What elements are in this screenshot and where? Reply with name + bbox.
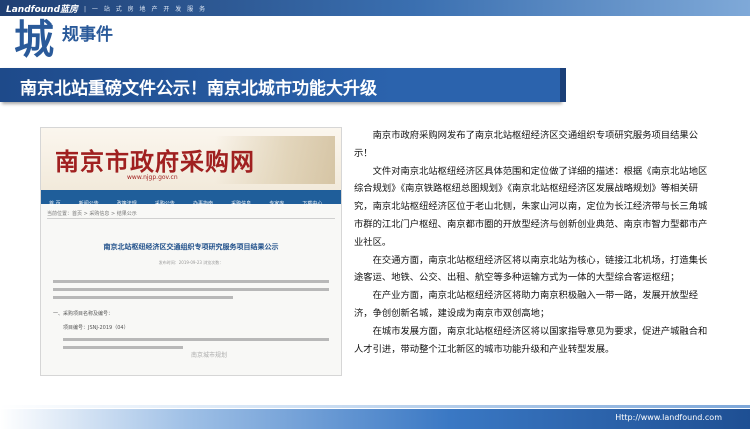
blurred-text-line — [63, 346, 183, 349]
website-title: 南京市政府采购网 — [55, 147, 255, 176]
nav-item: 政策法规 — [116, 201, 137, 207]
website-header: 南京市政府采购网 www.njgp.gov.cn — [41, 128, 341, 190]
website-url: www.njgp.gov.cn — [127, 174, 178, 181]
website-breadcrumb: 当前位置：首页 > 采购信息 > 结果公示 — [47, 211, 137, 217]
nav-item: 下载中心 — [302, 201, 323, 207]
top-banner: Landfound蓝房 | 一 站 式 房 地 产 开 发 服 务 — [0, 0, 750, 16]
website-nav: 首 页 新闻公告 政策法规 采购公告 办事指南 采购信息 专家库 下载中心 — [41, 190, 341, 207]
brand-slogan: | 一 站 式 房 地 产 开 发 服 务 — [84, 6, 208, 13]
website-item: 一、采购项目名称及编号： — [53, 311, 114, 317]
article-paragraph: 南京市政府采购网发布了南京北站枢纽经济区交通组织专项研究服务项目结果公示！ — [354, 130, 698, 159]
article-body: 南京市政府采购网发布了南京北站枢纽经济区交通组织专项研究服务项目结果公示！ 文件… — [354, 127, 716, 358]
headline-text: 南京北站重磅文件公示！南京北城市功能大升级 — [20, 79, 377, 99]
website-doc-title: 南京北站枢纽经济区交通组织专项研究服务项目结果公示 — [103, 242, 279, 251]
nav-item: 新闻公告 — [78, 201, 99, 207]
footer-url-link[interactable]: Http://www.landfound.com — [615, 413, 722, 422]
article-paragraph: 文件对南京北站枢纽经济区具体范围和定位做了详细的描述：根据《南京北站地区综合规划… — [354, 165, 708, 248]
website-item: 项目编号：JSNJ-2019（04） — [63, 325, 129, 331]
nav-item: 办事指南 — [193, 201, 214, 207]
divider — [47, 218, 335, 219]
article-paragraph: 在交通方面，南京北站枢纽经济区将以南京北站为核心，链接江北机场，打造集长途客运、… — [354, 254, 708, 284]
nav-item: 采购信息 — [231, 201, 252, 207]
section-big-char: 城 — [14, 17, 54, 63]
nav-item: 专家库 — [269, 201, 285, 207]
brand-logo: Landfound蓝房 — [6, 5, 79, 15]
article-paragraph: 在产业方面，南京北站枢纽经济区将助力南京积极融入一带一路，发展开放型经济，争创创… — [354, 290, 698, 319]
headline-bar: 南京北站重磅文件公示！南京北城市功能大升级 — [0, 68, 566, 102]
footer-divider — [0, 405, 750, 408]
blurred-text-line — [53, 280, 329, 283]
footer-bar: Http://www.landfound.com — [0, 409, 750, 429]
website-doc-meta: 发布时间：2019-09-23 浏览次数： — [158, 260, 224, 265]
nav-item: 首 页 — [49, 201, 61, 207]
blurred-text-line — [63, 338, 329, 341]
blurred-text-line — [53, 296, 233, 299]
embedded-website-screenshot: 南京市政府采购网 www.njgp.gov.cn 首 页 新闻公告 政策法规 采… — [40, 127, 342, 376]
website-watermark: 南京城市规划 — [191, 352, 228, 359]
article-paragraph: 在城市发展方面，南京北站枢纽经济区将以国家指导意见为要求，促进产城融合和人才引进… — [354, 325, 708, 355]
nav-item: 采购公告 — [154, 201, 175, 207]
blurred-text-line — [53, 288, 329, 291]
section-subtitle: 规事件 — [62, 25, 113, 45]
